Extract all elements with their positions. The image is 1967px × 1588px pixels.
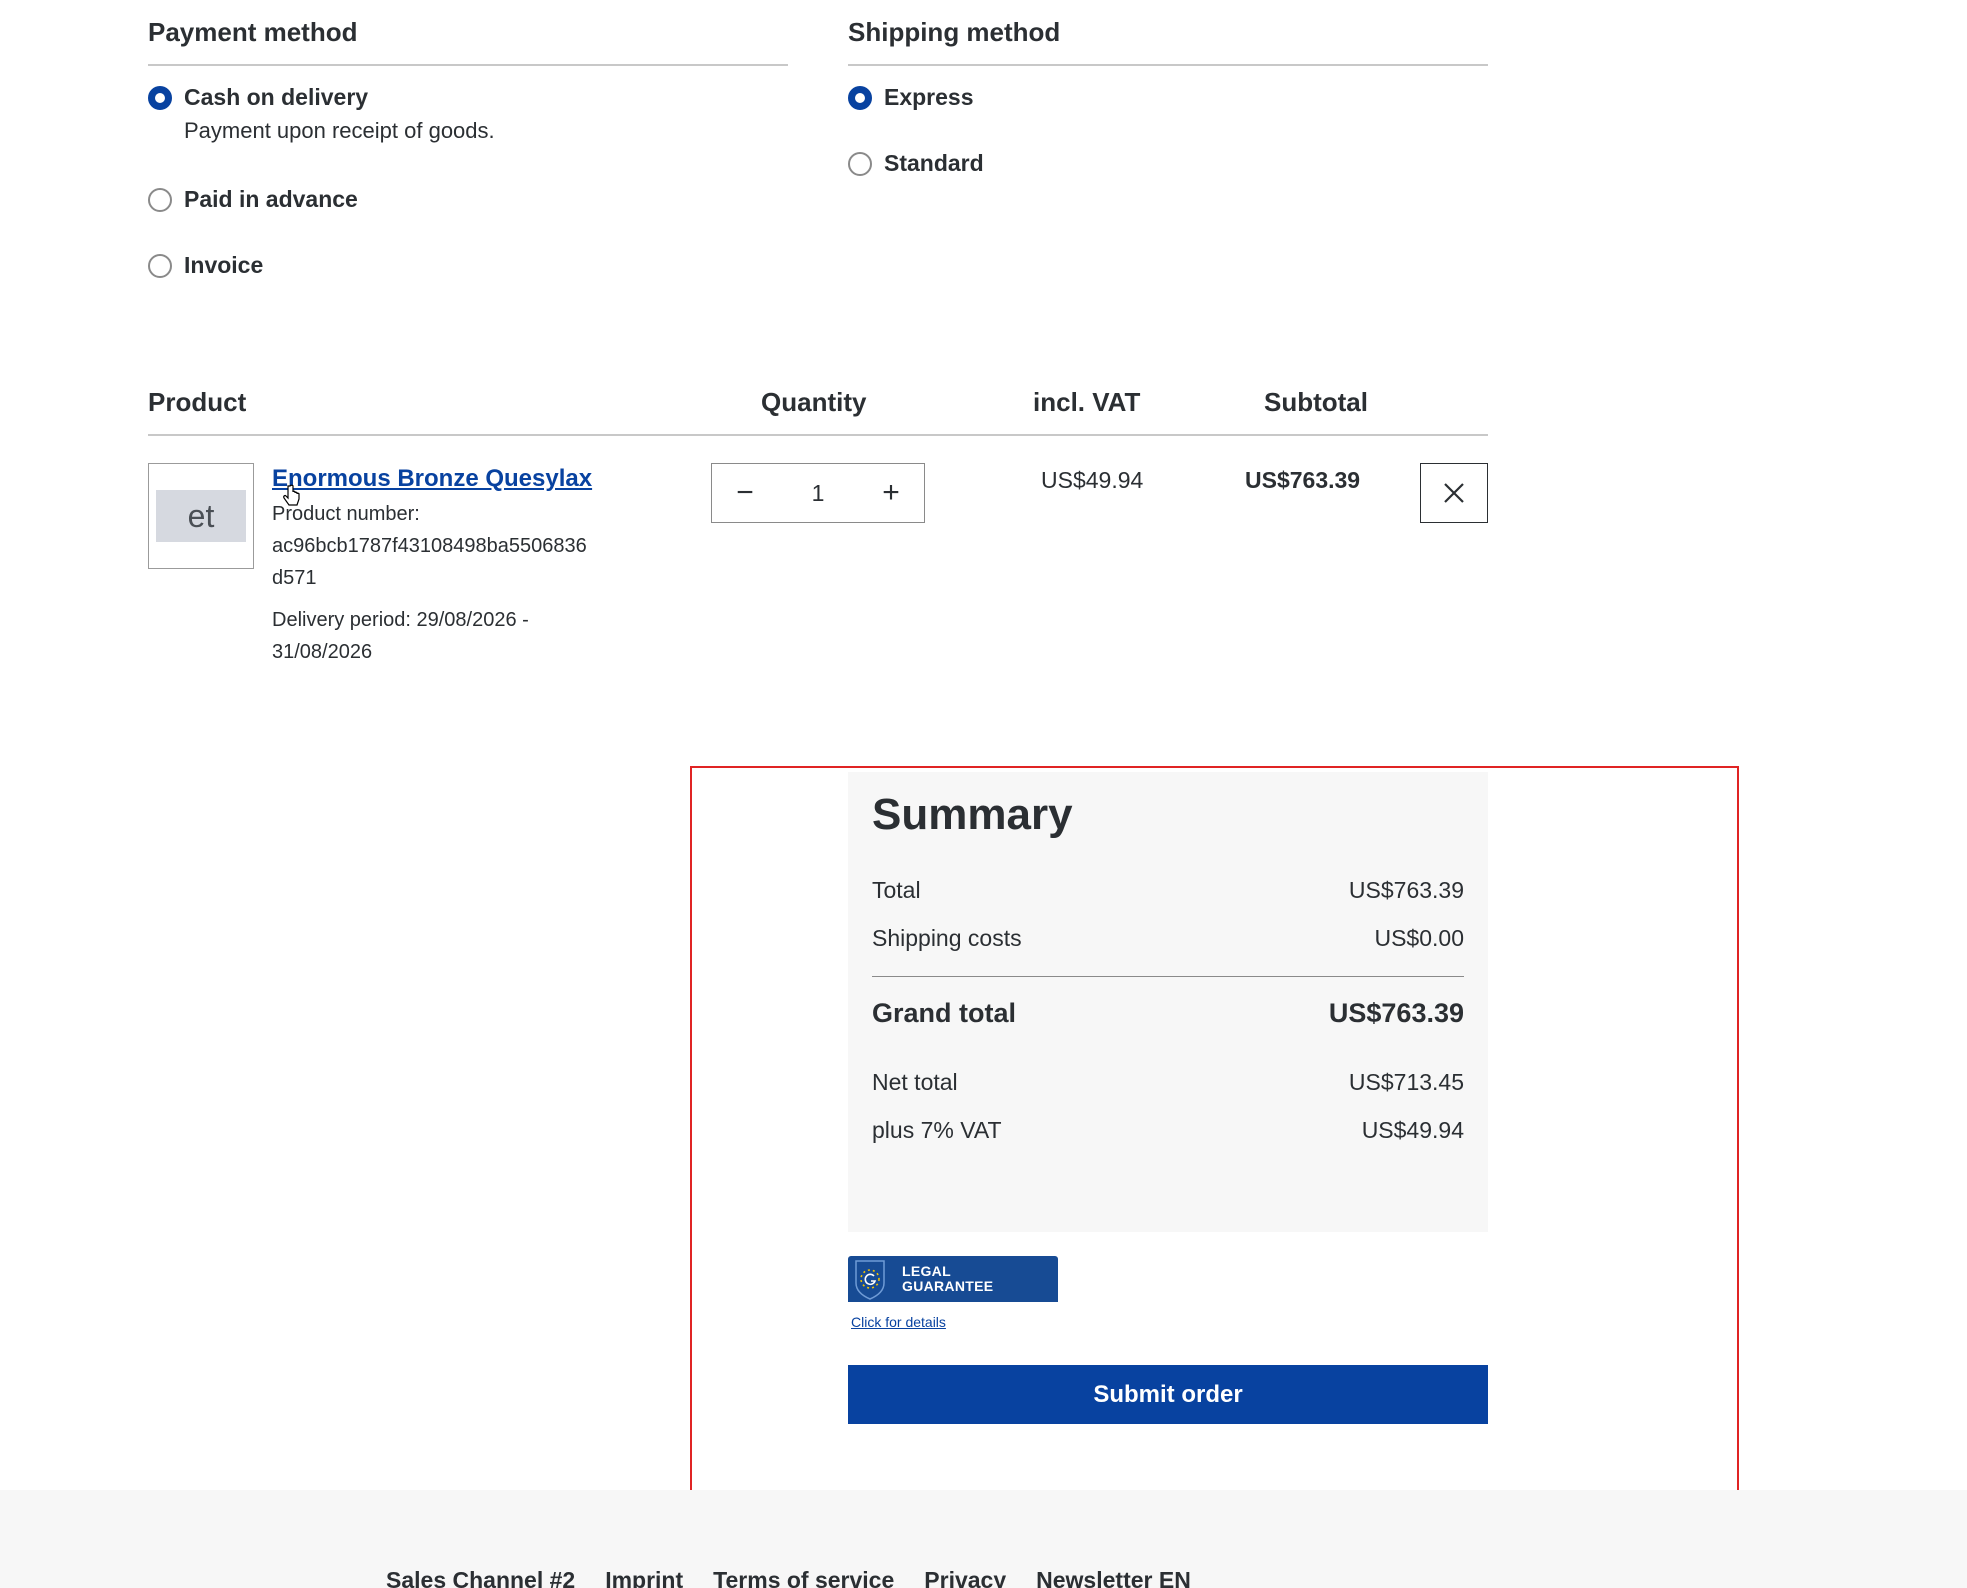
product-thumbnail[interactable]: et (148, 463, 254, 569)
minus-icon[interactable]: − (730, 476, 760, 510)
shipping-option-standard[interactable]: Standard (848, 150, 984, 177)
payment-option-label: Cash on delivery (184, 84, 369, 110)
radio-unchecked-icon[interactable] (148, 187, 172, 212)
payment-option-label: Invoice (184, 252, 264, 278)
remove-item-button[interactable] (1420, 463, 1488, 523)
shipping-option-express[interactable]: Express (848, 84, 974, 111)
close-icon (1444, 483, 1464, 503)
plus-icon[interactable]: + (876, 476, 906, 510)
highlight-frame (690, 766, 1739, 1524)
payment-option-cash-on-delivery[interactable]: Cash on delivery (148, 84, 368, 111)
footer-link-newsletter[interactable]: Newsletter EN (1036, 1567, 1191, 1588)
product-number-value-cont: d571 (272, 567, 317, 589)
payment-option-paid-in-advance[interactable]: Paid in advance (148, 186, 358, 213)
product-thumbnail-placeholder: et (156, 490, 246, 542)
quantity-value[interactable]: 1 (812, 480, 825, 507)
shipping-method-heading: Shipping method (848, 17, 1061, 47)
product-number-value: ac96bcb1787f43108498ba5506836 (272, 535, 587, 557)
footer-link-privacy[interactable]: Privacy (924, 1567, 1006, 1588)
radio-checked-icon[interactable] (148, 85, 172, 110)
hand-cursor-icon (283, 484, 300, 506)
radio-unchecked-icon[interactable] (148, 253, 172, 278)
item-subtotal: US$763.39 (1245, 467, 1361, 493)
delivery-period: Delivery period: 29/08/2026 - (272, 609, 529, 631)
item-vat-amount: US$49.94 (1041, 467, 1144, 493)
column-header-quantity: Quantity (761, 387, 867, 417)
footer-link-terms[interactable]: Terms of service (713, 1567, 894, 1588)
payment-option-invoice[interactable]: Invoice (148, 252, 263, 279)
column-header-subtotal: Subtotal (1264, 387, 1368, 417)
quantity-stepper[interactable]: − 1 + (711, 463, 925, 523)
footer-nav: Sales Channel #2 Imprint Terms of servic… (386, 1567, 1191, 1588)
payment-method-divider (148, 64, 788, 66)
delivery-period-cont: 31/08/2026 (272, 641, 373, 663)
radio-checked-icon[interactable] (848, 85, 872, 110)
cart-header-divider (148, 434, 1488, 436)
shipping-method-divider (848, 64, 1488, 66)
shipping-option-label: Standard (884, 150, 984, 176)
shipping-option-label: Express (884, 84, 974, 110)
payment-option-description: Payment upon receipt of goods. (184, 118, 495, 143)
payment-method-heading: Payment method (148, 17, 358, 47)
product-name-link[interactable]: Enormous Bronze Quesylax (272, 465, 592, 493)
footer-link-imprint[interactable]: Imprint (605, 1567, 683, 1588)
column-header-vat: incl. VAT (1033, 387, 1141, 417)
footer-link-sales-channel[interactable]: Sales Channel #2 (386, 1567, 575, 1588)
radio-unchecked-icon[interactable] (848, 151, 872, 176)
payment-option-label: Paid in advance (184, 186, 358, 212)
column-header-product: Product (148, 387, 247, 417)
